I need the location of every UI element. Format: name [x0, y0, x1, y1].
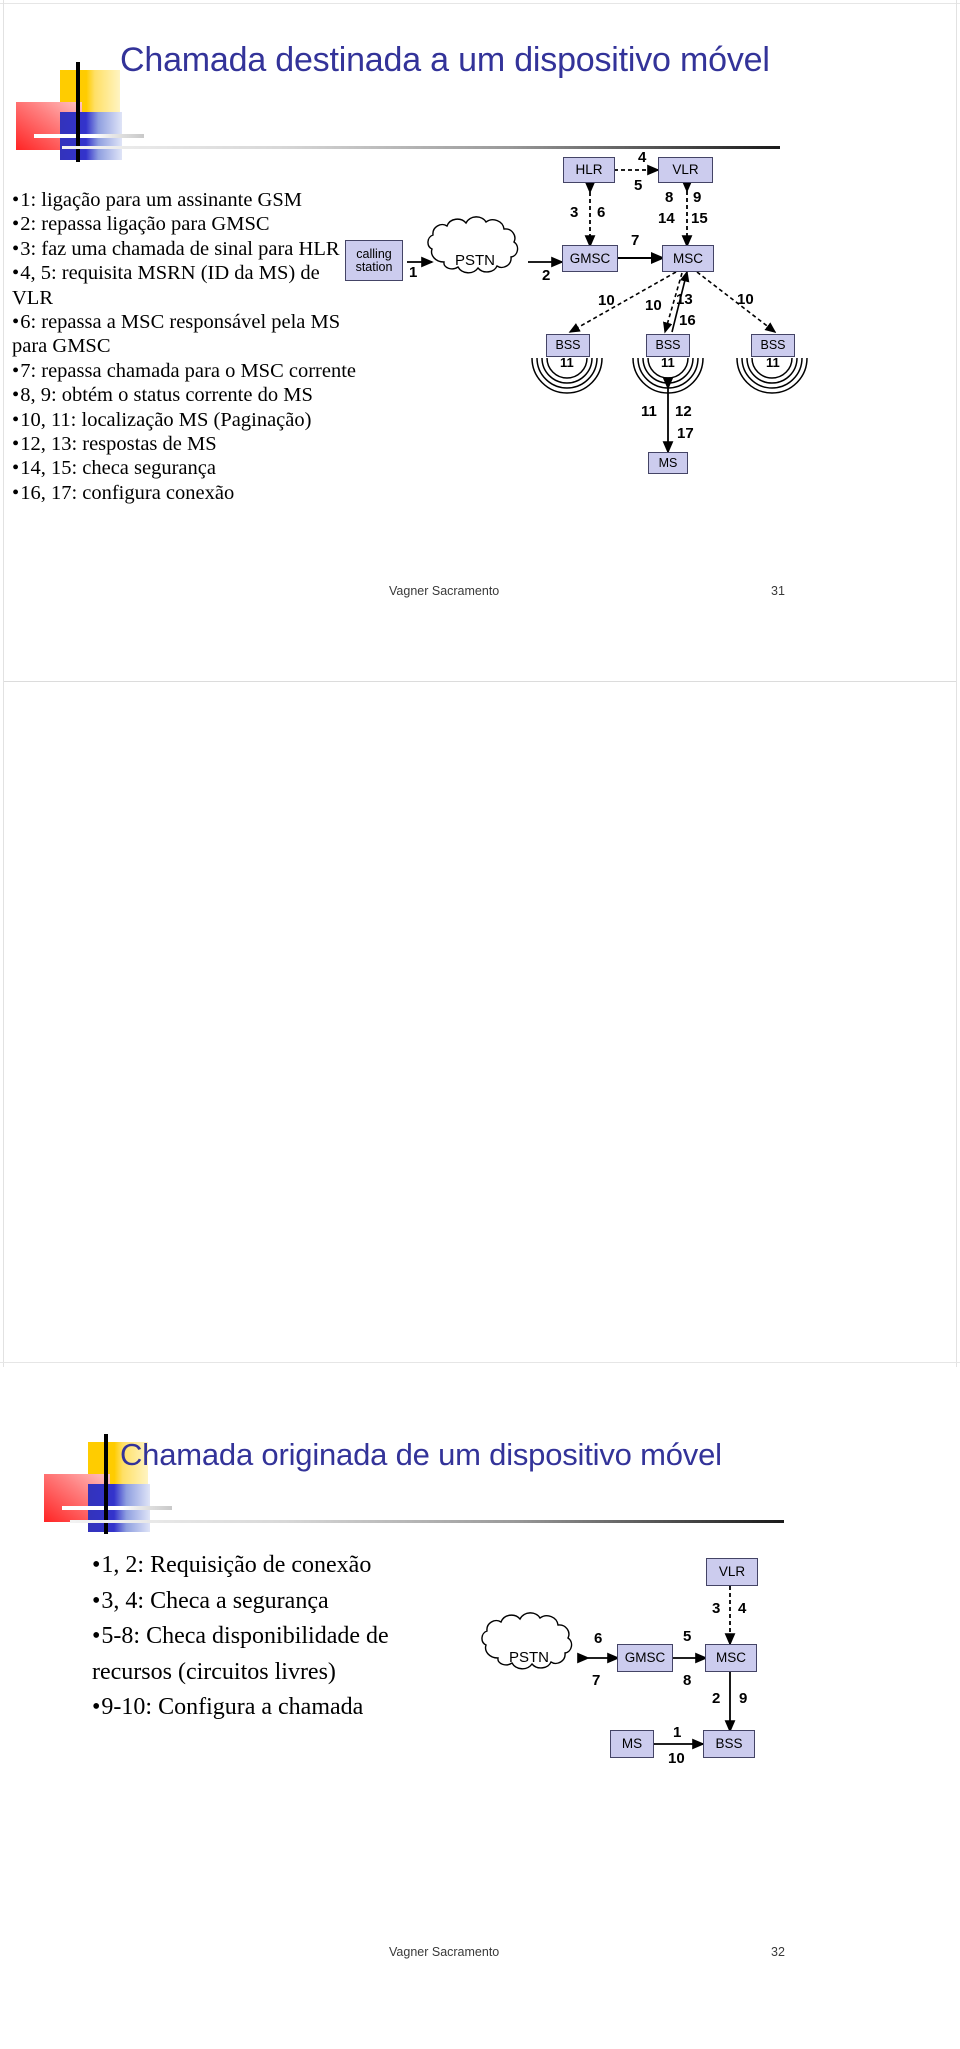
- step-label-7: 7: [631, 232, 640, 249]
- node-bss: BSS: [703, 1730, 755, 1758]
- step-label-3: 3: [712, 1600, 721, 1617]
- step-label-6: 6: [594, 1630, 603, 1647]
- node-label: MS: [658, 455, 678, 470]
- node-gmsc: GMSC: [617, 1644, 673, 1672]
- step-label-10-left: 10: [598, 292, 615, 309]
- node-label: BSS: [655, 338, 681, 353]
- node-bss-left: BSS: [546, 334, 590, 357]
- step-label-10-mid: 10: [645, 297, 662, 314]
- presentation-page: Chamada destinada a um dispositivo móvel…: [0, 0, 960, 1959]
- step-label-13: 13: [676, 291, 693, 308]
- radio-label-right: 11: [766, 355, 780, 370]
- step-label-6: 6: [597, 204, 606, 221]
- footer-page-number: 31: [771, 584, 785, 598]
- step-label-4: 4: [638, 149, 647, 166]
- step-label-8: 8: [683, 1672, 692, 1689]
- slide-32: Chamada originada de um dispositivo móve…: [0, 682, 960, 1959]
- step-label-9: 9: [693, 189, 702, 206]
- node-bss-mid: BSS: [646, 334, 690, 357]
- node-calling-station: calling station: [345, 240, 403, 281]
- diagram-connectors: [407, 164, 808, 454]
- radio-label-mid: 11: [661, 355, 675, 370]
- diagram-connectors: [481, 1575, 736, 1750]
- node-label: calling station: [355, 246, 393, 274]
- node-label: MSC: [673, 250, 703, 266]
- node-hlr: HLR: [563, 157, 615, 183]
- step-label-10: 10: [668, 1750, 685, 1767]
- node-label: GMSC: [569, 250, 611, 266]
- step-label-1: 1: [673, 1724, 682, 1741]
- node-pstn: PSTN: [509, 1649, 549, 1666]
- slide-31: Chamada destinada a um dispositivo móvel…: [0, 0, 960, 681]
- node-label: PSTN: [509, 1649, 550, 1666]
- node-label: BSS: [555, 338, 581, 353]
- node-label: BSS: [715, 1736, 743, 1752]
- node-msc: MSC: [662, 245, 714, 272]
- step-label-5: 5: [683, 1628, 692, 1645]
- gsm-call-origination-diagram: PSTN GMSC MSC VLR BSS MS 3 4 6 7 5 8 2 9…: [0, 682, 960, 1767]
- step-label-10-right: 10: [737, 291, 754, 308]
- step-label-8: 8: [665, 189, 674, 206]
- step-label-7: 7: [592, 1672, 601, 1689]
- footer-author: Vagner Sacramento: [389, 584, 500, 598]
- step-label-1: 1: [409, 264, 418, 281]
- node-vlr: VLR: [706, 1558, 758, 1586]
- node-msc: MSC: [705, 1644, 757, 1672]
- node-ms: MS: [610, 1730, 654, 1758]
- node-bss-right: BSS: [751, 334, 795, 357]
- footer-author: Vagner Sacramento: [389, 1945, 500, 1959]
- step-label-11-ms: 11: [641, 403, 657, 420]
- node-vlr: VLR: [658, 157, 713, 183]
- node-label: VLR: [672, 162, 699, 178]
- step-label-16: 16: [679, 312, 696, 329]
- step-label-3: 3: [570, 204, 579, 221]
- step-label-2: 2: [542, 267, 551, 284]
- node-label: VLR: [718, 1564, 746, 1580]
- step-label-12: 12: [675, 403, 692, 420]
- node-label: BSS: [760, 338, 786, 353]
- step-label-15: 15: [691, 210, 708, 227]
- step-label-9: 9: [739, 1690, 748, 1707]
- step-label-5: 5: [634, 177, 643, 194]
- node-gmsc: GMSC: [562, 245, 618, 272]
- node-label: GMSC: [624, 1650, 666, 1666]
- gsm-call-termination-diagram: calling station PSTN GMSC MSC HLR VLR BS…: [0, 0, 960, 681]
- radio-label-left: 11: [560, 355, 574, 370]
- node-label: HLR: [575, 162, 603, 178]
- footer-page-number: 32: [771, 1945, 785, 1959]
- step-label-2: 2: [712, 1690, 721, 1707]
- step-label-4: 4: [738, 1600, 747, 1617]
- node-label: PSTN: [455, 252, 496, 269]
- node-label: MSC: [716, 1650, 746, 1666]
- node-ms: MS: [648, 452, 688, 474]
- node-pstn: PSTN: [455, 252, 495, 269]
- step-label-14: 14: [658, 210, 675, 227]
- node-label: MS: [621, 1736, 643, 1752]
- step-label-17: 17: [677, 425, 694, 442]
